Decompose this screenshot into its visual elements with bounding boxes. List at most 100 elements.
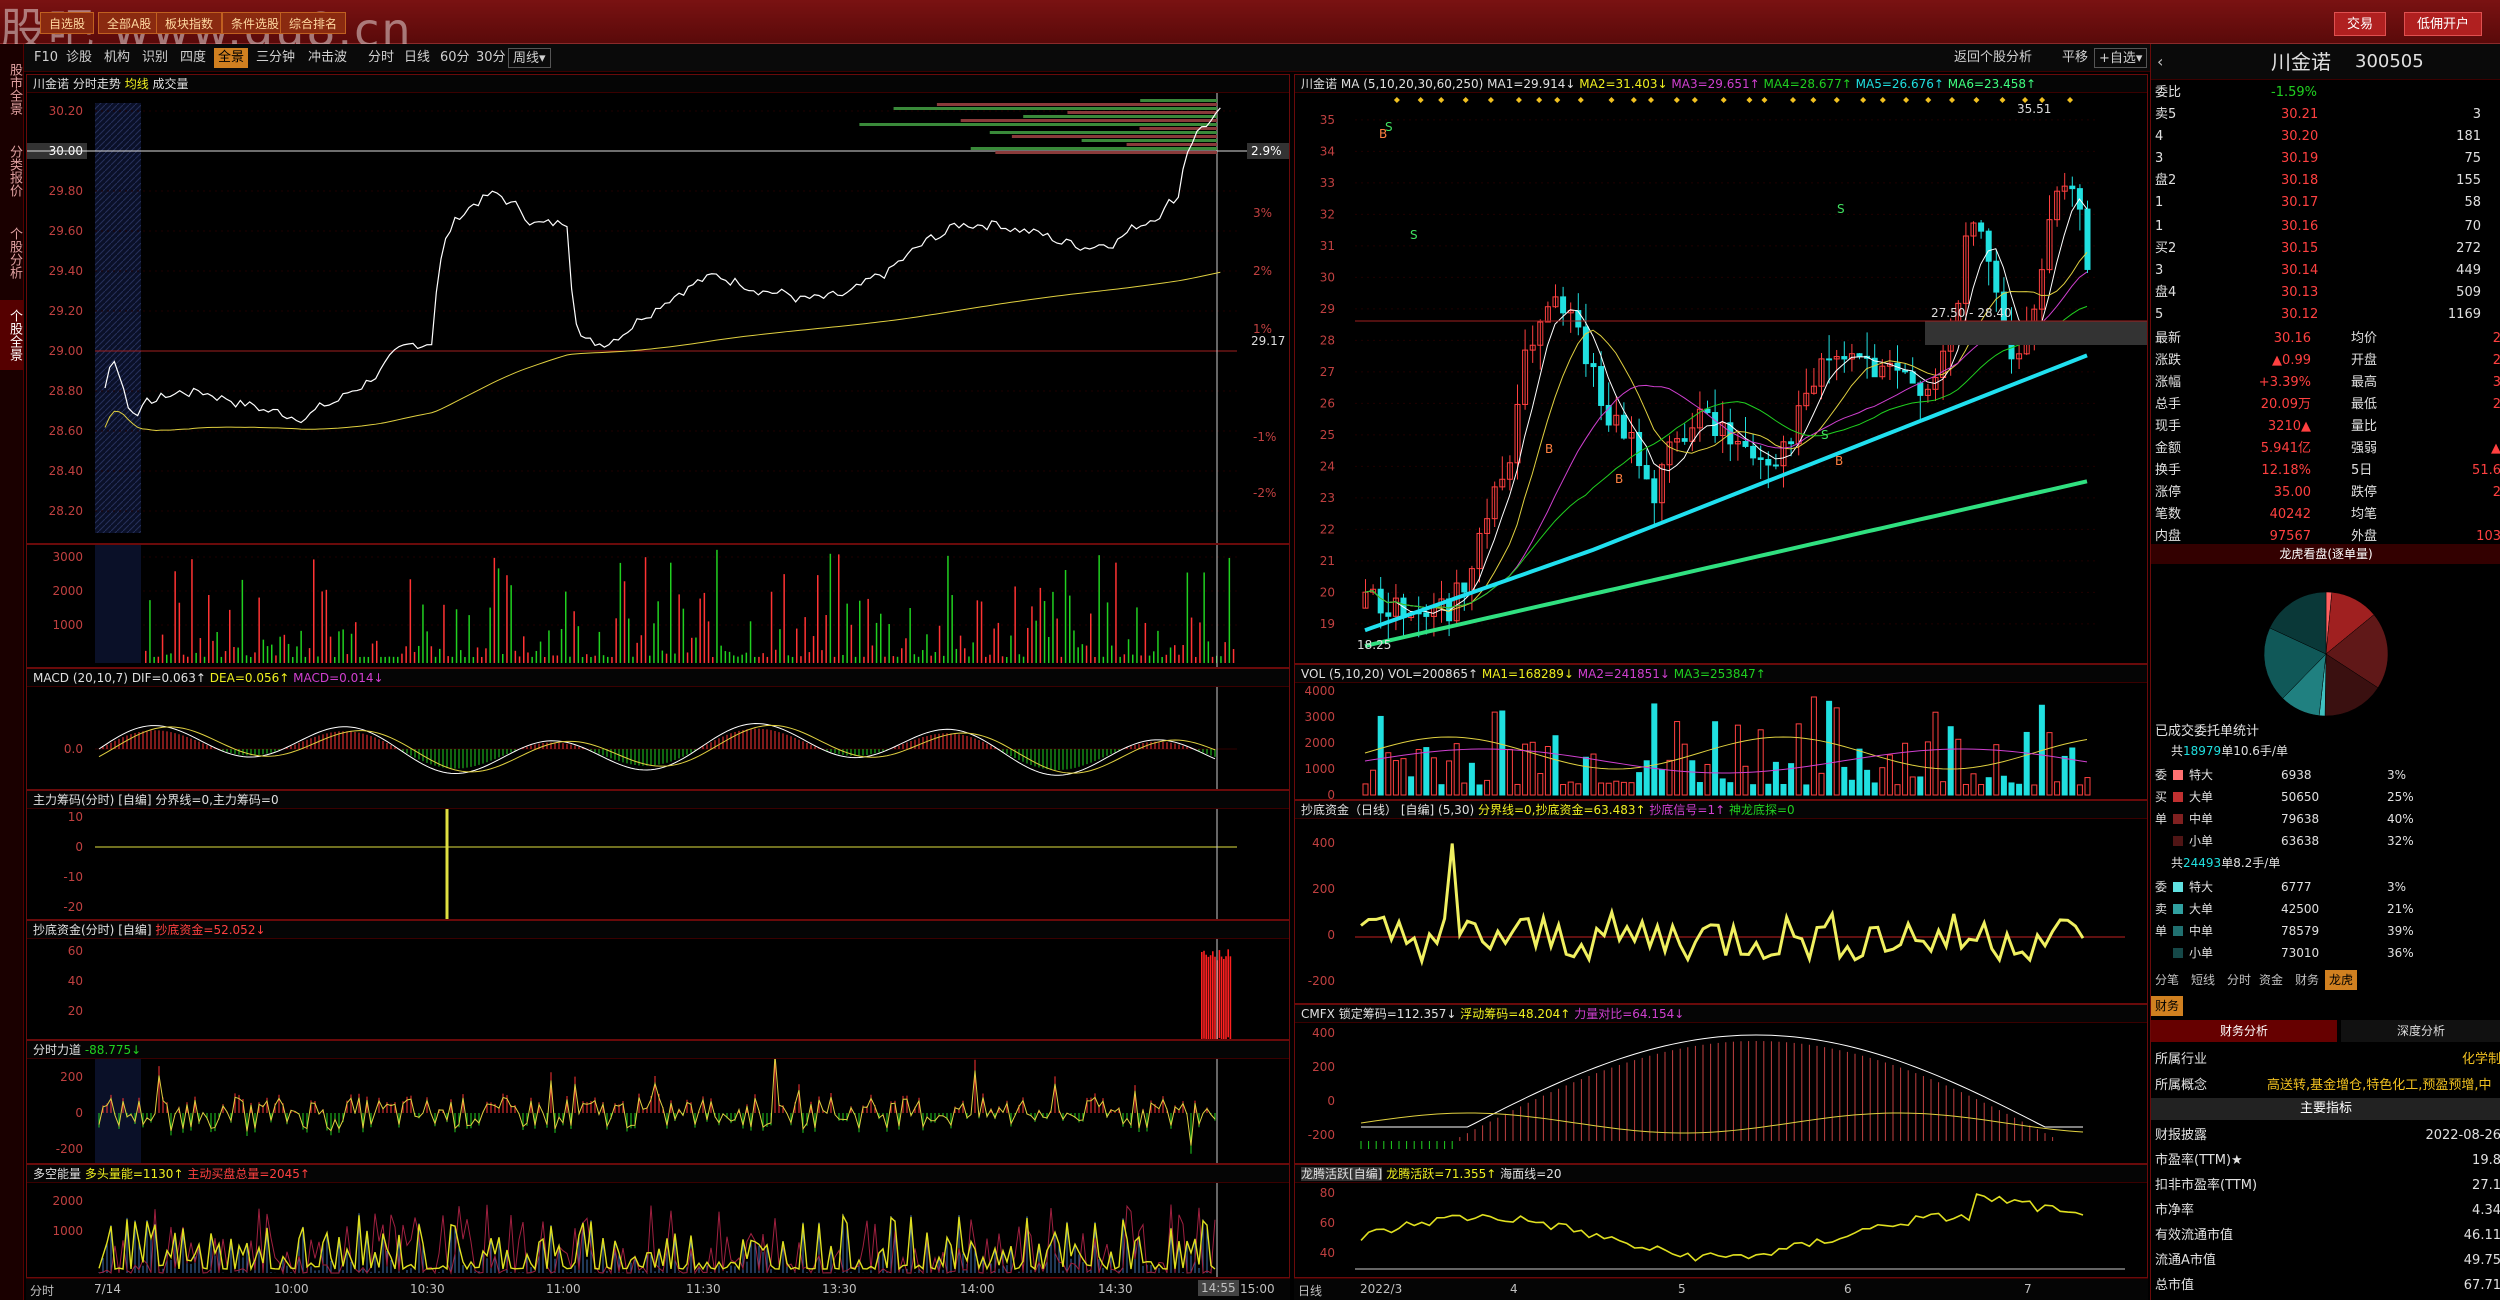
kline-price-label: 24 — [1320, 459, 1335, 473]
vol-bar — [720, 645, 722, 663]
sidebar-item-market[interactable]: 股市全景 — [0, 54, 24, 124]
fin-subtab-deep[interactable]: 深度分析 — [2341, 1020, 2500, 1042]
kline-chart[interactable]: 3534333231302928272625242322212019BSSBBS… — [1295, 93, 2147, 663]
vol-bar — [741, 654, 743, 663]
ask-row[interactable]: 4 30.20 181 — [2151, 126, 2500, 148]
time-axis-footer[interactable]: 分时 — [30, 1282, 54, 1299]
bid-row[interactable]: 1 30.16 70 — [2151, 216, 2500, 238]
tab-three-min[interactable]: 三分钟 — [252, 48, 299, 68]
energy-chart[interactable]: 2000 1000 — [27, 1183, 1289, 1277]
kvol-bar — [1864, 769, 1871, 796]
main-chip-chart[interactable]: 10 0 -10 -20 — [27, 809, 1289, 919]
bid-row[interactable]: 买2 30.15 272 — [2151, 238, 2500, 260]
force-chart[interactable]: 200 0 -200 — [27, 1059, 1289, 1163]
ask-row[interactable]: 盘2 30.18 155 — [2151, 170, 2500, 192]
vol-bar — [846, 603, 848, 663]
period-intraday[interactable]: 分时 — [364, 48, 398, 68]
pan-button[interactable]: 平移 — [2058, 48, 2092, 68]
intraday-volume-chart[interactable]: 3000 2000 1000 — [27, 545, 1289, 667]
top-button-2[interactable]: 全部A股 — [98, 12, 161, 34]
intraday-chart[interactable]: 30.2030.0029.8029.6029.4029.2029.0028.80… — [27, 93, 1289, 543]
macd-name[interactable]: MACD — [33, 671, 69, 685]
tab-shock-wave[interactable]: 冲击波 — [304, 48, 351, 68]
quote-stock-name: 川金诺 — [2271, 50, 2331, 74]
vol-bar — [1027, 627, 1029, 663]
ask-row[interactable]: 3 30.19 75 — [2151, 148, 2500, 170]
diamond-marker — [1487, 97, 1494, 103]
finance-tab[interactable]: 财务 — [2151, 996, 2184, 1016]
sidebar-item-category[interactable]: 分类报价 — [0, 136, 24, 206]
fin-subtab-analysis[interactable]: 财务分析 — [2151, 1020, 2337, 1042]
period-weekly-dropdown[interactable]: 周线▾ — [508, 48, 551, 68]
kvol-name[interactable]: VOL — [1301, 667, 1325, 681]
back-to-analysis-link[interactable]: 返回个股分析 — [1950, 48, 2036, 68]
tab-institution[interactable]: 机构 — [100, 48, 134, 68]
bfd-name[interactable]: 抄底资金（日线） — [1301, 803, 1397, 817]
signal-marker: S — [1410, 228, 1418, 242]
period-daily[interactable]: 日线 — [400, 48, 434, 68]
kline-price-label: 19 — [1320, 617, 1335, 631]
period-30min[interactable]: 30分 — [472, 48, 510, 68]
tab-f10[interactable]: F10 — [30, 48, 62, 68]
bid-row[interactable]: 5 30.12 1169 — [2151, 304, 2500, 326]
force-name[interactable]: 分时力道 — [33, 1043, 81, 1057]
price-label: 28.80 — [49, 384, 83, 398]
bottom-fund-intraday-chart[interactable]: 60 40 20 — [27, 939, 1289, 1039]
ask-row[interactable]: 卖5 30.21 3 — [2151, 104, 2500, 126]
vol-bar — [1094, 656, 1096, 663]
bid-row[interactable]: 盘4 30.13 509 — [2151, 282, 2500, 304]
stat-row: 涨幅 +3.39% 最高 3 — [2155, 375, 2500, 390]
vol-bar — [859, 600, 861, 663]
macd-chart[interactable]: 0.0 — [27, 687, 1289, 789]
ma-label[interactable]: MA — [1341, 77, 1360, 91]
tab-panorama[interactable]: 全景 — [214, 48, 249, 68]
top-button-1[interactable]: 自选股 — [40, 12, 95, 34]
open-account-button[interactable]: 低佣开户 — [2404, 12, 2483, 36]
top-button-4[interactable]: 条件选股 — [222, 12, 289, 34]
vol-bar — [880, 613, 882, 663]
tab-diagnose[interactable]: 诊股 — [62, 48, 96, 68]
vol-bar — [909, 608, 911, 663]
tab-four-degree[interactable]: 四度 — [176, 48, 210, 68]
candle-body — [1651, 478, 1658, 504]
period-60min[interactable]: 60分 — [436, 48, 474, 68]
energy-name[interactable]: 多空能量 — [33, 1167, 81, 1181]
top-button-3[interactable]: 板块指数 — [156, 12, 223, 34]
cmfx-chart[interactable]: 400 200 0 -200 — [1295, 1023, 2147, 1163]
trade-button[interactable]: 交易 — [2334, 12, 2387, 36]
top-button-5[interactable]: 综合排名 — [280, 12, 347, 34]
kvol-bar — [1765, 783, 1772, 796]
bid-row[interactable]: 3 30.14 449 — [2151, 260, 2500, 282]
sidebar-item-overview[interactable]: 个股全景 — [0, 300, 24, 370]
ask-row[interactable]: 1 30.17 58 — [2151, 192, 2500, 214]
kvol-bar — [1476, 784, 1483, 796]
kline-volume-chart[interactable]: 4000 3000 2000 1000 0 — [1295, 683, 2147, 799]
vol-bar — [329, 636, 332, 663]
quote-tab-1[interactable]: 短线 — [2187, 970, 2219, 990]
add-watchlist-dropdown[interactable]: +自选▾ — [2094, 48, 2148, 68]
quote-tab-2[interactable]: 分时 — [2223, 970, 2255, 990]
quote-tab-0[interactable]: 分笔 — [2151, 970, 2183, 990]
date-axis-footer[interactable]: 日线 — [1298, 1282, 1322, 1299]
kvol-bar — [2061, 755, 2068, 796]
cmfx-name[interactable]: CMFX — [1301, 1007, 1335, 1021]
vol-bar — [157, 656, 160, 663]
sidebar-item-analysis[interactable]: 个股分析 — [0, 218, 24, 288]
order-pie-chart[interactable] — [2151, 564, 2500, 744]
back-arrow-icon[interactable]: ‹ — [2157, 44, 2163, 80]
quote-tab-3[interactable]: 资金 — [2255, 970, 2287, 990]
tab-identify[interactable]: 识别 — [138, 48, 172, 68]
vol-bar — [985, 656, 987, 663]
main-chip-name[interactable]: 主力筹码(分时) — [33, 793, 114, 807]
kvol-tick: 4000 — [1304, 684, 1335, 698]
bottom-fund-daily-chart[interactable]: 400 200 0 -200 — [1295, 819, 2147, 1003]
dragon-chart[interactable]: 80 60 40 — [1295, 1183, 2147, 1277]
quote-tab-5[interactable]: 龙虎 — [2325, 970, 2358, 990]
dragon-name[interactable]: 龙腾活跃[自编] — [1301, 1167, 1383, 1181]
chip-tick: -20 — [63, 900, 83, 914]
energy-header: 多空能量 多头量能=1130↑ 主动买盘总量=2045↑ — [27, 1165, 1289, 1183]
ma1-value: MA1=29.914↓ — [1487, 77, 1576, 91]
quote-tab-4[interactable]: 财务 — [2291, 970, 2323, 990]
bottom-fund-intraday-name[interactable]: 抄底资金(分时) — [33, 923, 114, 937]
vol-bar — [1157, 630, 1159, 663]
